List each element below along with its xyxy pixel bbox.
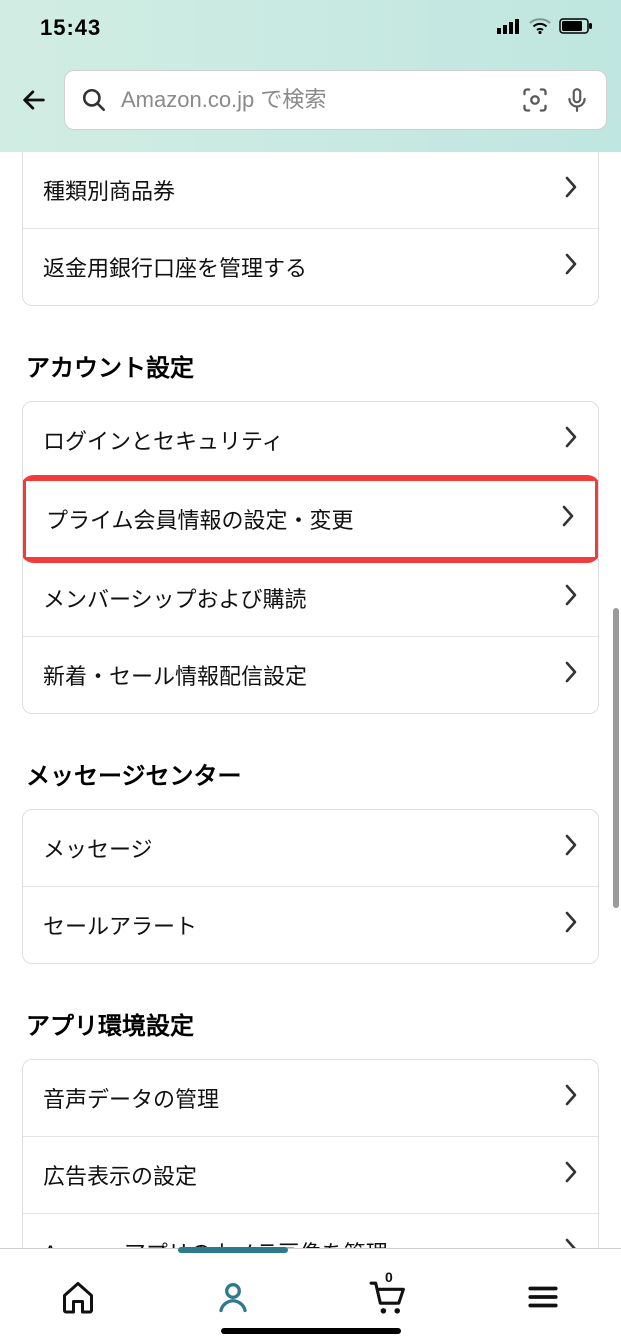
tab-home[interactable] bbox=[48, 1267, 108, 1327]
chevron-right-icon bbox=[564, 253, 578, 281]
user-icon bbox=[215, 1279, 251, 1315]
row-label: セールアラート bbox=[43, 909, 197, 941]
mic-icon[interactable] bbox=[562, 85, 592, 115]
tab-menu[interactable] bbox=[513, 1267, 573, 1327]
row-label: 広告表示の設定 bbox=[43, 1159, 197, 1191]
row-newsletter-settings[interactable]: 新着・セール情報配信設定 bbox=[23, 636, 598, 713]
section-title-app-settings: アプリ環境設定 bbox=[22, 976, 599, 1059]
row-sale-alert[interactable]: セールアラート bbox=[23, 886, 598, 963]
menu-icon bbox=[526, 1280, 560, 1314]
row-label: メンバーシップおよび購読 bbox=[43, 582, 307, 614]
highlight-prime-settings: プライム会員情報の設定・変更 bbox=[22, 475, 599, 563]
row-label: 新着・セール情報配信設定 bbox=[43, 659, 307, 691]
row-ad-settings[interactable]: 広告表示の設定 bbox=[23, 1136, 598, 1213]
chevron-right-icon bbox=[564, 1161, 578, 1189]
battery-icon bbox=[559, 18, 593, 39]
row-prime-settings[interactable]: プライム会員情報の設定・変更 bbox=[26, 481, 595, 557]
chevron-right-icon bbox=[564, 661, 578, 689]
group-payments: 種類別商品券 返金用銀行口座を管理する bbox=[22, 152, 599, 306]
home-icon bbox=[60, 1279, 96, 1315]
search-icon bbox=[79, 85, 109, 115]
row-label: プライム会員情報の設定・変更 bbox=[46, 503, 354, 535]
arrow-left-icon bbox=[20, 86, 48, 114]
camera-scan-icon[interactable] bbox=[520, 85, 550, 115]
row-refund-bank[interactable]: 返金用銀行口座を管理する bbox=[23, 228, 598, 305]
status-icons bbox=[497, 18, 593, 39]
tab-cart[interactable]: 0 bbox=[358, 1267, 418, 1327]
row-camera-images[interactable]: Amazonアプリのカメラ画像を管理 bbox=[23, 1213, 598, 1248]
chevron-right-icon bbox=[564, 584, 578, 612]
row-messages[interactable]: メッセージ bbox=[23, 810, 598, 886]
search-header bbox=[0, 56, 621, 152]
row-label: ログインとセキュリティ bbox=[43, 424, 284, 456]
home-indicator bbox=[221, 1328, 401, 1334]
row-label: 音声データの管理 bbox=[43, 1082, 219, 1114]
content-area[interactable]: 種類別商品券 返金用銀行口座を管理する アカウント設定 ログインとセキュリティ … bbox=[0, 152, 621, 1248]
status-time: 15:43 bbox=[40, 15, 101, 41]
chevron-right-icon bbox=[564, 834, 578, 862]
chevron-right-icon bbox=[564, 1238, 578, 1248]
row-label: メッセージ bbox=[43, 832, 153, 864]
status-bar: 15:43 bbox=[0, 0, 621, 56]
chevron-right-icon bbox=[564, 426, 578, 454]
section-title-account: アカウント設定 bbox=[22, 318, 599, 401]
back-button[interactable] bbox=[14, 80, 54, 120]
chevron-right-icon bbox=[564, 911, 578, 939]
cellular-icon bbox=[497, 18, 521, 39]
scroll-indicator[interactable] bbox=[613, 608, 619, 908]
group-account-settings: ログインとセキュリティ プライム会員情報の設定・変更 メンバーシップおよび購読 … bbox=[22, 401, 599, 714]
row-login-security[interactable]: ログインとセキュリティ bbox=[23, 402, 598, 478]
cart-badge: 0 bbox=[385, 1269, 393, 1285]
tab-active-indicator bbox=[178, 1247, 288, 1253]
row-memberships[interactable]: メンバーシップおよび購読 bbox=[23, 560, 598, 636]
row-gift-cards[interactable]: 種類別商品券 bbox=[23, 152, 598, 228]
row-label: 返金用銀行口座を管理する bbox=[43, 251, 307, 283]
chevron-right-icon bbox=[561, 505, 575, 533]
search-box[interactable] bbox=[64, 70, 607, 130]
group-message-center: メッセージ セールアラート bbox=[22, 809, 599, 964]
group-app-settings: 音声データの管理 広告表示の設定 Amazonアプリのカメラ画像を管理 bbox=[22, 1059, 599, 1248]
row-label: 種類別商品券 bbox=[43, 174, 175, 206]
tab-bar: 0 bbox=[0, 1248, 621, 1344]
search-input[interactable] bbox=[121, 87, 508, 113]
section-title-messages: メッセージセンター bbox=[22, 726, 599, 809]
row-voice-data[interactable]: 音声データの管理 bbox=[23, 1060, 598, 1136]
wifi-icon bbox=[529, 18, 551, 39]
tab-account[interactable] bbox=[203, 1267, 263, 1327]
chevron-right-icon bbox=[564, 176, 578, 204]
chevron-right-icon bbox=[564, 1084, 578, 1112]
